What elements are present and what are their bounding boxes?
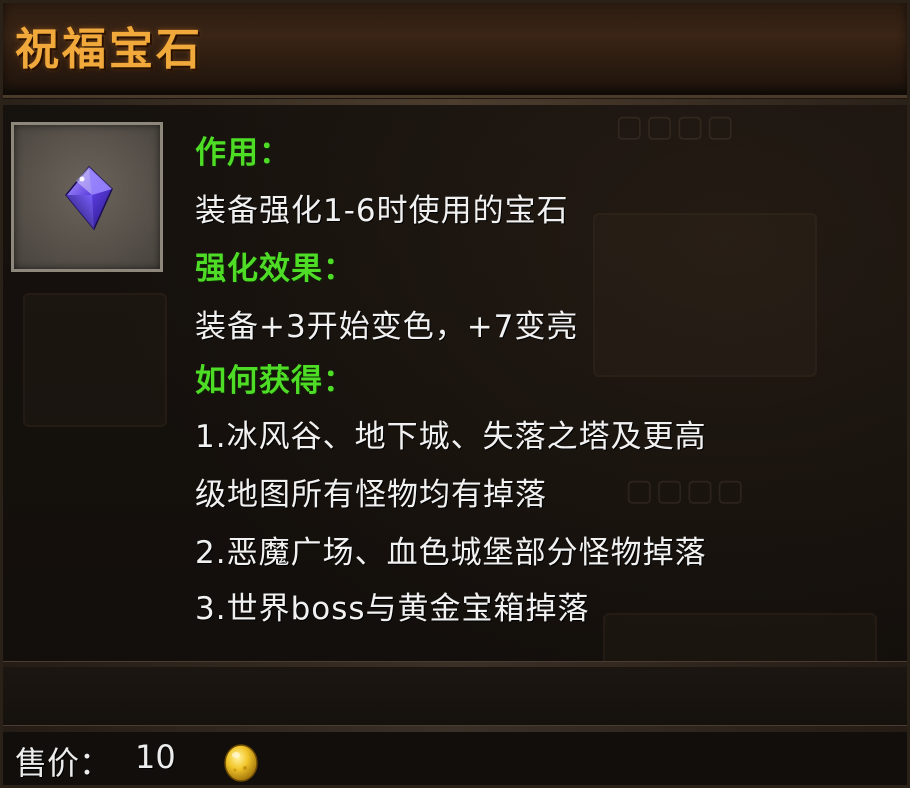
background-panel-ghost bbox=[23, 293, 167, 427]
blue-gem-icon bbox=[65, 165, 113, 231]
usage-text: 装备强化1-6时使用的宝石 bbox=[195, 193, 569, 229]
title-bar: 祝福宝石 bbox=[3, 3, 907, 105]
section-heading-usage: 作用： bbox=[195, 135, 291, 171]
obtain-text-line: 2.恶魔广场、血色城堡部分怪物掉落 bbox=[195, 535, 707, 571]
effect-text: 装备+3开始变色，+7变亮 bbox=[195, 309, 579, 345]
obtain-text-line: 级地图所有怪物均有掉落 bbox=[195, 477, 547, 513]
price-value: 10 bbox=[135, 738, 176, 776]
obtain-text-line: 3.世界boss与黄金宝箱掉落 bbox=[195, 591, 590, 627]
price-label: 售价： bbox=[15, 744, 112, 782]
divider bbox=[3, 725, 907, 732]
obtain-text-line: 1.冰风谷、地下城、失落之塔及更高 bbox=[195, 419, 707, 455]
background-ghost-label: ▢▢▢▢ bbox=[625, 473, 747, 508]
gold-coin-icon bbox=[224, 744, 258, 782]
section-heading-obtain: 如何获得： bbox=[195, 363, 355, 399]
item-icon-frame bbox=[11, 122, 163, 272]
empty-band bbox=[3, 667, 907, 725]
item-tooltip: ▢▢▢▢ ▢▢▢▢ 祝福宝石 作用： 装备强化1-6时使用的宝石 强化效果： 装… bbox=[0, 0, 910, 788]
background-panel-ghost bbox=[593, 213, 817, 377]
section-heading-effect: 强化效果： bbox=[195, 251, 355, 287]
item-title: 祝福宝石 bbox=[15, 24, 203, 75]
background-ghost-label: ▢▢▢▢ bbox=[615, 109, 737, 144]
